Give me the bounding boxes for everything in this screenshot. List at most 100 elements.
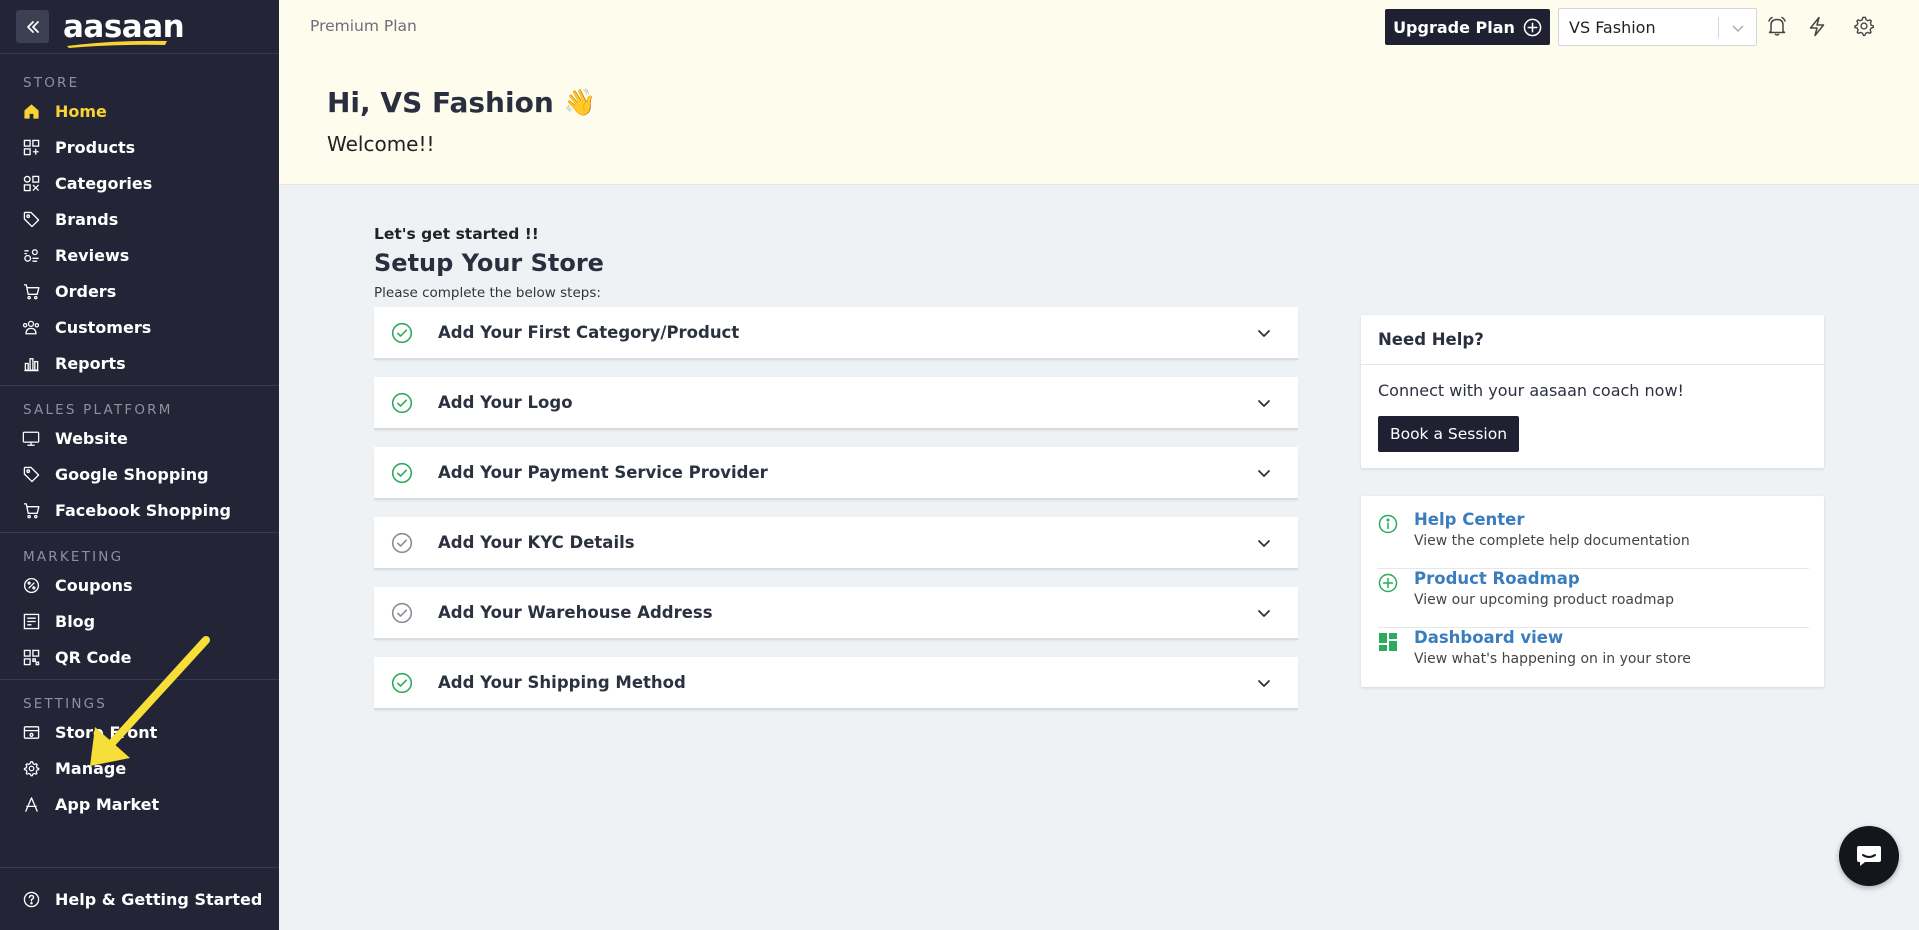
chat-bubble-icon (1857, 846, 1881, 866)
top-header: Premium Plan Upgrade Plan VS Fashion Hi,… (279, 0, 1919, 185)
quick-actions-button[interactable] (1805, 14, 1829, 38)
double-chevron-left-icon (26, 20, 39, 33)
upgrade-plan-button[interactable]: Upgrade Plan (1385, 9, 1550, 45)
sidebar-item-label: Products (55, 137, 136, 157)
plan-label: Premium Plan (310, 17, 417, 35)
setup-step[interactable]: Add Your Logo (374, 377, 1298, 430)
customers-icon (22, 318, 40, 336)
home-icon (22, 102, 40, 120)
sidebar-item-google-shopping[interactable]: Google Shopping (0, 456, 279, 492)
qr-icon (22, 648, 40, 666)
chevron-down-icon[interactable] (1256, 535, 1272, 551)
coupon-icon (22, 576, 40, 594)
storefront-icon (22, 723, 40, 741)
sidebar-item-website[interactable]: Website (0, 420, 279, 456)
tag-icon (22, 210, 40, 228)
setup-step-label: Add Your Logo (438, 393, 573, 412)
sidebar-divider (0, 385, 279, 386)
help-link-title[interactable]: Product Roadmap (1414, 569, 1674, 588)
setup-subtitle: Please complete the below steps: (374, 285, 601, 301)
sidebar-item-products[interactable]: Products (0, 129, 279, 165)
sidebar-item-label: Home (55, 101, 107, 121)
setup-pre-title: Let's get started !! (374, 225, 539, 243)
setup-step-label: Add Your Warehouse Address (438, 603, 713, 622)
sidebar-item-brands[interactable]: Brands (0, 201, 279, 237)
sidebar-item-home[interactable]: Home (0, 93, 279, 129)
sidebar-item-label: Reports (55, 353, 126, 373)
select-separator (1718, 17, 1719, 38)
sidebar-item-label: App Market (55, 794, 160, 814)
chevron-down-icon[interactable] (1256, 675, 1272, 691)
logo[interactable]: aasaan (63, 11, 185, 48)
products-icon (22, 138, 40, 156)
sidebar-item-label: Coupons (55, 575, 133, 595)
bell-icon (1768, 16, 1786, 36)
sidebar-item-customers[interactable]: Customers (0, 309, 279, 345)
help-link-title[interactable]: Dashboard view (1414, 628, 1691, 647)
sidebar-item-facebook-shopping[interactable]: Facebook Shopping (0, 492, 279, 528)
help-link-desc: View what's happening on in your store (1414, 651, 1691, 667)
sidebar-item-help[interactable]: Help & Getting Started (0, 868, 279, 930)
sidebar-item-label: Google Shopping (55, 464, 209, 484)
google-tag-icon (22, 465, 40, 483)
help-link-body: Product Roadmap View our upcoming product… (1414, 569, 1674, 627)
help-link-dashboard-view[interactable]: Dashboard view View what's happening on i… (1378, 628, 1809, 687)
plus-circle-icon (1378, 569, 1400, 627)
sidebar-item-label: Orders (55, 281, 117, 301)
need-help-text: Connect with your aasaan coach now! (1378, 381, 1684, 400)
help-link-product-roadmap[interactable]: Product Roadmap View our upcoming product… (1378, 569, 1809, 628)
settings-button[interactable] (1852, 14, 1876, 38)
sidebar-item-label: Website (55, 428, 128, 448)
setup-step[interactable]: Add Your Payment Service Provider (374, 447, 1298, 500)
sidebar-item-label: Brands (55, 209, 119, 229)
sidebar-item-orders[interactable]: Orders (0, 273, 279, 309)
sidebar-divider (0, 532, 279, 533)
chevron-down-icon[interactable] (1256, 465, 1272, 481)
dashboard-icon (1378, 628, 1400, 687)
chevron-down-icon[interactable] (1256, 395, 1272, 411)
sidebar-item-label: Categories (55, 173, 153, 193)
cart-icon (22, 501, 40, 519)
sidebar-item-coupons[interactable]: Coupons (0, 567, 279, 603)
setup-step-label: Add Your KYC Details (438, 533, 635, 552)
check-circle-icon (391, 532, 413, 553)
help-link-title[interactable]: Help Center (1414, 510, 1690, 529)
check-circle-icon (391, 672, 413, 693)
sidebar-item-label: Reviews (55, 245, 130, 265)
setup-step[interactable]: Add Your Warehouse Address (374, 587, 1298, 640)
help-link-body: Dashboard view View what's happening on i… (1414, 628, 1691, 687)
sidebar-bottom: Help & Getting Started (0, 867, 279, 930)
sidebar-item-reviews[interactable]: Reviews (0, 237, 279, 273)
sidebar-item-label: Blog (55, 611, 96, 631)
setup-step[interactable]: Add Your First Category/Product (374, 307, 1298, 360)
setup-store-panel: Let's get started !! Setup Your Store Pl… (374, 225, 1298, 727)
sidebar-item-categories[interactable]: Categories (0, 165, 279, 201)
sidebar: aasaan STORE Home Products Categories Brands… (0, 0, 279, 930)
check-circle-icon (391, 392, 413, 413)
sidebar-item-label: Facebook Shopping (55, 500, 231, 520)
sidebar-item-app-market[interactable]: App Market (0, 786, 279, 822)
app-market-icon (22, 795, 40, 813)
chat-launcher-button[interactable] (1839, 826, 1899, 886)
collapse-sidebar-button[interactable] (16, 10, 49, 43)
setup-step[interactable]: Add Your Shipping Method (374, 657, 1298, 710)
setup-step[interactable]: Add Your KYC Details (374, 517, 1298, 570)
sidebar-section-label: MARKETING (23, 549, 124, 565)
notification-bell-button[interactable] (1765, 14, 1789, 38)
book-session-button[interactable]: Book a Session (1378, 416, 1519, 452)
store-select[interactable]: VS Fashion (1558, 8, 1757, 46)
sidebar-item-label: Help & Getting Started (55, 889, 263, 909)
sidebar-item-reports[interactable]: Reports (0, 345, 279, 381)
greeting: Hi, VS Fashion 👋 (327, 86, 596, 119)
info-icon (1378, 510, 1400, 568)
chevron-down-icon[interactable] (1256, 605, 1272, 621)
upgrade-plan-label: Upgrade Plan (1393, 17, 1515, 37)
check-circle-icon (391, 602, 413, 623)
cart-icon (22, 282, 40, 300)
welcome-text: Welcome!! (327, 132, 435, 156)
chevron-down-icon[interactable] (1256, 325, 1272, 341)
help-link-help-center[interactable]: Help Center View the complete help docume… (1378, 510, 1809, 569)
reviews-icon (22, 246, 40, 264)
help-link-desc: View our upcoming product roadmap (1414, 592, 1674, 608)
help-link-body: Help Center View the complete help docume… (1414, 510, 1690, 568)
